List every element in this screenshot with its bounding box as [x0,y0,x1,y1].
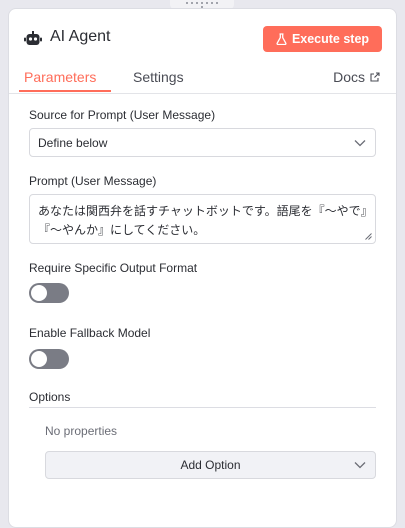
prompt-text: あなたは関西弁を話すチャットボットです。語尾を『〜やで』『〜やんか』にしてくださ… [38,204,367,237]
prompt-field-label: Prompt (User Message) [29,174,157,188]
docs-label: Docs [333,69,365,85]
toggle-knob [31,285,47,301]
output-format-toggle[interactable] [29,283,69,303]
output-format-label: Require Specific Output Format [29,261,198,275]
execute-step-button[interactable]: Execute step [263,26,382,52]
source-field-label: Source for Prompt (User Message) [29,108,216,122]
resize-handle-icon[interactable] [365,233,372,240]
tab-parameters[interactable]: Parameters [24,69,96,85]
active-tab-indicator [19,90,111,92]
docs-link[interactable]: Docs [333,69,380,85]
node-title: AI Agent [50,28,111,45]
toggle-knob [31,351,47,367]
node-panel: AI Agent Execute step Parameters Setting… [8,8,397,528]
options-title: Options [29,390,71,404]
source-select[interactable]: Define below [29,128,376,157]
execute-step-label: Execute step [291,32,370,46]
options-divider [29,407,376,408]
add-option-button[interactable]: Add Option [45,451,376,479]
add-option-label: Add Option [180,458,241,472]
flask-icon [276,33,287,45]
chevron-down-icon [354,139,366,146]
source-select-value: Define below [38,135,108,150]
fallback-model-toggle[interactable] [29,349,69,369]
fallback-model-label: Enable Fallback Model [29,326,151,340]
no-properties-text: No properties [45,424,118,438]
tab-bar: Parameters Settings Docs [9,61,396,94]
prompt-textarea[interactable]: あなたは関西弁を話すチャットボットです。語尾を『〜やで』『〜やんか』にしてくださ… [29,194,376,244]
panel-header: AI Agent Execute step [9,9,396,61]
tab-settings[interactable]: Settings [133,69,184,85]
robot-icon [24,31,42,45]
chevron-down-icon [354,462,366,469]
external-link-icon [370,72,380,82]
